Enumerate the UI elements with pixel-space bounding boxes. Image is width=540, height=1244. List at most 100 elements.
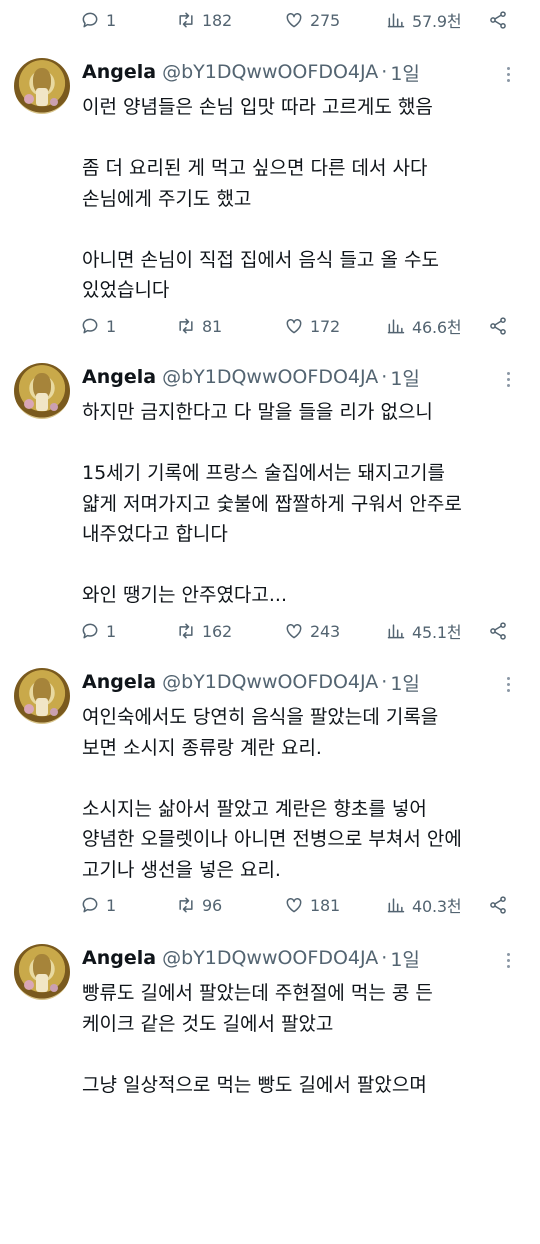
tweet-text-line: 있었습니다: [82, 279, 170, 301]
views-icon: [387, 13, 405, 28]
avatar-detail: [24, 94, 34, 104]
more-dot: [506, 952, 510, 956]
avatar-detail: [50, 984, 58, 992]
display-name[interactable]: Angela: [82, 61, 156, 83]
avatar-detail: [50, 98, 58, 106]
avatar[interactable]: [14, 944, 70, 1000]
more-dot: [506, 383, 510, 387]
tweet-header: Angela @bY1DQwwOOFDO4JA · 1일: [82, 944, 420, 972]
tweet-actions: 1 162 243 45.1천: [80, 616, 520, 646]
tweet-header: Angela @bY1DQwwOOFDO4JA · 1일: [82, 58, 420, 86]
more-dot: [506, 78, 510, 82]
tweet-text: 여인숙에서도 당연히 음식을 팔았는데 기록을보면 소시지 종류랑 계란 요리.…: [82, 702, 522, 885]
more-dot: [506, 688, 510, 692]
top-tweet-actions: 1 182 275 57.9천: [80, 5, 520, 35]
user-handle[interactable]: @bY1DQwwOOFDO4JA: [162, 366, 378, 388]
reply-button[interactable]: 1: [80, 5, 116, 35]
heart-icon: [286, 12, 302, 28]
more-options-icon[interactable]: [498, 674, 518, 694]
avatar[interactable]: [14, 58, 70, 114]
share-button[interactable]: [488, 890, 508, 920]
tweet-text-line: 이런 양념들은 손님 입맛 따라 고르게도 했음: [82, 96, 433, 118]
share-button[interactable]: [488, 311, 508, 341]
tweet-text-line: 15세기 기록에 프랑스 술집에서는 돼지고기를: [82, 462, 445, 484]
avatar[interactable]: [14, 668, 70, 724]
more-options-icon[interactable]: [498, 950, 518, 970]
tweet-text-line: 내주었다고 합니다: [82, 523, 228, 545]
separator-dot: ·: [381, 671, 388, 693]
like-count: 243: [310, 621, 340, 641]
reply-icon: [82, 318, 98, 334]
avatar-detail: [36, 974, 48, 992]
reply-icon: [82, 623, 98, 639]
like-button[interactable]: 243: [284, 616, 340, 646]
tweet: Angela @bY1DQwwOOFDO4JA · 1일 여인숙에서도 당연히 음식을 …: [0, 668, 540, 968]
like-count: 172: [310, 316, 340, 336]
avatar-detail: [36, 698, 48, 716]
reply-button[interactable]: 1: [80, 616, 116, 646]
tweet-text-line: 얇게 저며가지고 숯불에 짭짤하게 구워서 안주로: [82, 492, 462, 515]
retweet-button[interactable]: 182: [176, 5, 232, 35]
views-icon: [387, 624, 405, 639]
tweet-text-line: 고기나 생선을 넣은 요리.: [82, 858, 281, 881]
tweet-text-line: 아니면 손님이 직접 집에서 음식 들고 올 수도: [82, 248, 439, 271]
tweet-text-line: 보면 소시지 종류랑 계란 요리.: [82, 736, 322, 759]
user-handle[interactable]: @bY1DQwwOOFDO4JA: [162, 671, 378, 693]
display-name[interactable]: Angela: [82, 947, 156, 969]
separator-dot: ·: [381, 366, 388, 388]
views-button[interactable]: 45.1천: [386, 616, 462, 646]
reply-count: 1: [106, 895, 116, 915]
share-icon: [490, 11, 506, 29]
reply-button[interactable]: 1: [80, 890, 116, 920]
separator-dot: ·: [381, 61, 388, 83]
tweet: Angela @bY1DQwwOOFDO4JA · 1일이런 양념들은 손님 입맛 따…: [0, 58, 540, 358]
share-button[interactable]: [488, 5, 508, 35]
retweet-button[interactable]: 96: [176, 890, 222, 920]
reply-button[interactable]: 1: [80, 311, 116, 341]
avatar-detail: [36, 88, 48, 106]
views-button[interactable]: 57.9천: [386, 5, 462, 35]
heart-icon: [286, 897, 302, 913]
avatar[interactable]: [14, 363, 70, 419]
timestamp[interactable]: 1일: [390, 59, 420, 86]
more-dot: [506, 676, 510, 680]
display-name[interactable]: Angela: [82, 671, 156, 693]
like-button[interactable]: 181: [284, 890, 340, 920]
share-icon: [490, 622, 506, 640]
timestamp[interactable]: 1일: [390, 945, 420, 972]
tweet: Angela @bY1DQwwOOFDO4JA · 1일하지만 금지한다고 다 말을 …: [0, 363, 540, 663]
retweet-button[interactable]: 162: [176, 616, 232, 646]
display-name[interactable]: Angela: [82, 366, 156, 388]
user-handle[interactable]: @bY1DQwwOOFDO4JA: [162, 61, 378, 83]
reply-count: 1: [106, 621, 116, 641]
more-dot: [506, 682, 510, 686]
tweet-text: 이런 양념들은 손님 입맛 따라 고르게도 했음 좀 더 요리된 게 먹고 싶으면…: [82, 92, 522, 306]
user-handle[interactable]: @bY1DQwwOOFDO4JA: [162, 947, 378, 969]
more-dot: [506, 377, 510, 381]
retweet-icon: [179, 318, 193, 334]
separator-dot: ·: [381, 947, 388, 969]
more-options-icon[interactable]: [498, 64, 518, 84]
views-count: 45.1천: [412, 623, 462, 642]
like-button[interactable]: 275: [284, 5, 340, 35]
views-icon: [387, 898, 405, 913]
tweet-text-line: 여인숙에서도 당연히 음식을 팔았는데 기록을: [82, 706, 439, 728]
timestamp[interactable]: 1일: [390, 364, 420, 391]
reply-icon: [82, 12, 98, 28]
retweet-button[interactable]: 81: [176, 311, 222, 341]
timestamp[interactable]: 1일: [390, 669, 420, 696]
like-count: 181: [310, 895, 340, 915]
like-button[interactable]: 172: [284, 311, 340, 341]
tweet-text-line: 빵류도 길에서 팔았는데 주현절에 먹는 콩 든: [82, 982, 433, 1004]
like-count: 275: [310, 10, 340, 30]
retweet-icon: [179, 623, 193, 639]
retweet-count: 96: [202, 895, 222, 915]
share-button[interactable]: [488, 616, 508, 646]
more-options-icon[interactable]: [498, 369, 518, 389]
views-button[interactable]: 40.3천: [386, 890, 462, 920]
tweet-text-line: 하지만 금지한다고 다 말을 들을 리가 없으니: [82, 401, 433, 423]
more-dot: [506, 964, 510, 968]
views-button[interactable]: 46.6천: [386, 311, 462, 341]
